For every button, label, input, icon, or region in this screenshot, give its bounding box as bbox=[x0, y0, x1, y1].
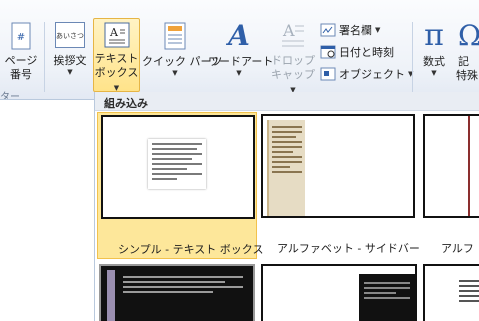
group-label-partial: ター bbox=[0, 92, 20, 100]
gallery-tile-alphabet-partial[interactable]: アルフ bbox=[421, 112, 479, 259]
object-icon bbox=[320, 67, 336, 81]
chevron-down-icon: ▼ bbox=[375, 26, 381, 34]
svg-text:#: # bbox=[17, 32, 25, 43]
dropcap-icon: A bbox=[282, 22, 304, 47]
svg-text:A: A bbox=[282, 22, 295, 40]
gallery-tile-alphabet-sidebar[interactable]: アルファベット - サイドバー bbox=[259, 112, 420, 259]
textbox-label-1: テキスト bbox=[94, 52, 139, 65]
symbol-label-2: 特殊 bbox=[456, 69, 478, 82]
thumbnail-accent bbox=[107, 270, 115, 321]
thumbnail-rule bbox=[468, 116, 470, 216]
greeting-button[interactable]: あいさつ 挨拶文 ▼ bbox=[48, 20, 92, 90]
wordart-label: ワードアート bbox=[208, 55, 274, 68]
textbox-label-2: ボックス bbox=[94, 66, 139, 79]
signature-line-button[interactable]: 署名欄 ▼ bbox=[320, 22, 380, 38]
svg-text:A: A bbox=[109, 26, 119, 39]
object-label: オブジェクト bbox=[339, 68, 405, 81]
tile-thumbnail bbox=[423, 264, 479, 321]
tile-thumbnail bbox=[261, 264, 417, 321]
quickparts-icon bbox=[164, 22, 186, 50]
ribbon: # ページ 番号 ター あいさつ 挨拶文 ▼ A テキスト ボックス ▼ クイッ… bbox=[0, 0, 479, 100]
page-number-icon: # bbox=[11, 22, 31, 50]
gallery-tile-label: アルフ bbox=[441, 242, 474, 255]
thumbnail-text-lines bbox=[123, 276, 243, 296]
page-number-label-2: 番号 bbox=[10, 68, 32, 81]
gallery-section-title: 組み込み bbox=[95, 92, 479, 111]
thumbnail-text-lines bbox=[459, 280, 479, 305]
date-time-label: 日付と時刻 bbox=[339, 46, 394, 59]
thumbnail-textbox bbox=[148, 139, 206, 189]
date-time-button[interactable]: 日付と時刻 bbox=[320, 44, 394, 60]
chevron-down-icon: ▼ bbox=[113, 84, 120, 92]
chevron-down-icon: ▼ bbox=[236, 69, 242, 77]
equation-button[interactable]: π 数式 ▼ bbox=[414, 20, 454, 90]
quickparts-label: クイック パーツ bbox=[142, 55, 223, 68]
gallery-tile-label: アルファベット - サイドバー bbox=[277, 242, 420, 255]
dropcap-label-2: キャップ bbox=[271, 68, 315, 81]
omega-icon: Ω bbox=[458, 20, 479, 52]
thumbnail-text-lines bbox=[272, 126, 302, 176]
page-number-label-1: ページ bbox=[4, 54, 38, 67]
signature-icon bbox=[320, 23, 336, 37]
pi-icon: π bbox=[424, 18, 444, 53]
textbox-button[interactable]: A テキスト ボックス ▼ bbox=[93, 18, 140, 92]
group-separator bbox=[44, 22, 45, 92]
tile-thumbnail bbox=[99, 264, 255, 321]
group-separator bbox=[412, 22, 413, 92]
gallery-tile-label: シンプル - テキスト ボックス bbox=[118, 243, 264, 256]
gallery-tile-simple-textbox[interactable]: シンプル - テキスト ボックス bbox=[97, 112, 263, 259]
symbol-button[interactable]: Ω 記 特殊 bbox=[456, 20, 479, 90]
textbox-gallery: 組み込み シンプル - テキスト ボックス アルファベット - サイドバー アル… bbox=[94, 92, 479, 321]
tile-thumbnail bbox=[423, 114, 479, 218]
quickparts-button[interactable]: クイック パーツ ▼ bbox=[142, 20, 223, 90]
gallery-tile-row2-3[interactable] bbox=[423, 264, 479, 321]
dropcap-button[interactable]: A ドロップ キャップ ▼ bbox=[270, 20, 316, 94]
tile-thumbnail bbox=[261, 114, 415, 218]
chevron-down-icon: ▼ bbox=[67, 68, 73, 76]
wordart-icon: A bbox=[228, 19, 250, 52]
thumbnail-text-lines bbox=[152, 143, 202, 183]
gallery-tile-row2-1[interactable] bbox=[99, 264, 255, 321]
object-button[interactable]: オブジェクト ▼ bbox=[320, 66, 413, 82]
equation-label: 数式 bbox=[423, 55, 445, 68]
chevron-down-icon: ▼ bbox=[172, 69, 178, 77]
greeting-label: 挨拶文 bbox=[53, 54, 87, 67]
symbol-label-1: 記 bbox=[458, 55, 469, 68]
thumbnail-text-lines bbox=[364, 282, 410, 302]
signature-line-label: 署名欄 bbox=[339, 24, 372, 37]
chevron-down-icon: ▼ bbox=[431, 69, 437, 77]
calendar-icon bbox=[320, 45, 336, 59]
wordart-button[interactable]: A ワードアート ▼ bbox=[208, 19, 274, 90]
tile-thumbnail bbox=[101, 115, 255, 219]
thumbnail-dark-panel bbox=[359, 274, 415, 321]
dropcap-label-1: ドロップ bbox=[271, 54, 315, 67]
gallery-tile-row2-2[interactable] bbox=[261, 264, 417, 321]
textbox-icon: A bbox=[104, 22, 129, 48]
thumbnail-sidebar bbox=[267, 120, 305, 216]
greeting-icon: あいさつ bbox=[55, 22, 85, 48]
page-number-button[interactable]: # ページ 番号 bbox=[0, 20, 42, 90]
